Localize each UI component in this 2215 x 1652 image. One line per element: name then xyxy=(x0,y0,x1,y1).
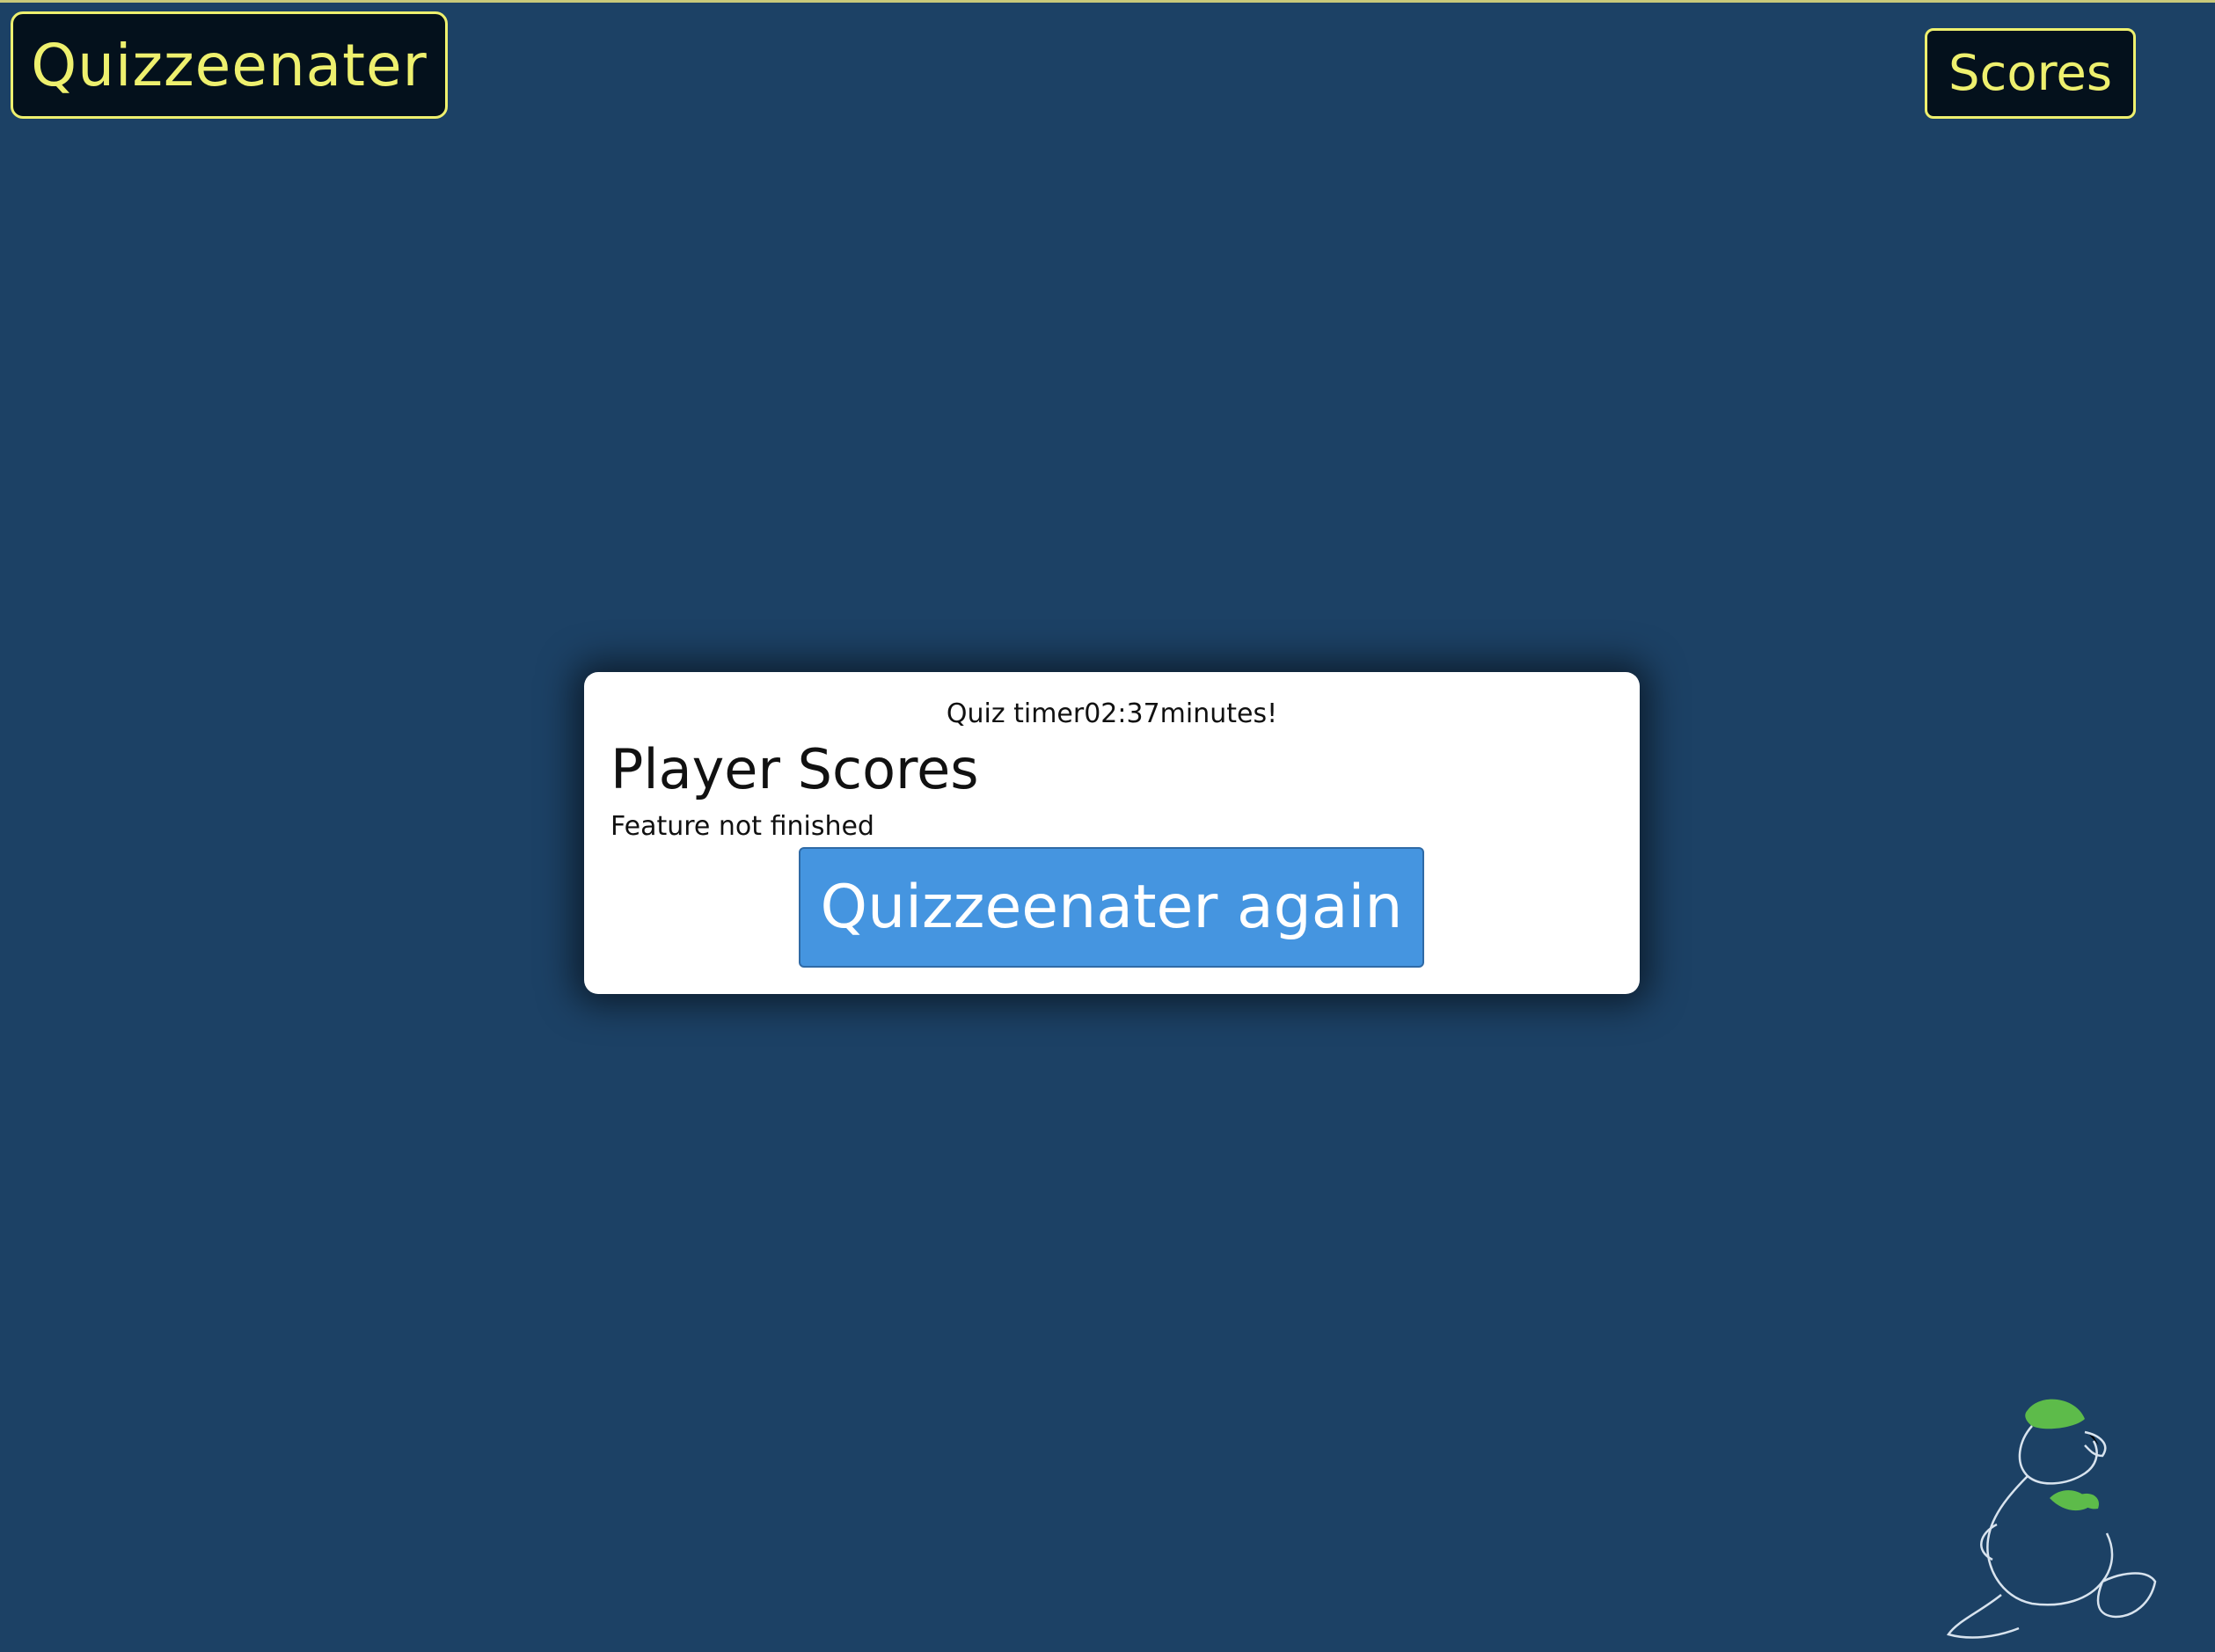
quiz-timer: Quiz timer02:37minutes! xyxy=(946,698,1278,729)
scores-modal: Quiz timer02:37minutes! Player Scores Fe… xyxy=(584,672,1640,994)
modal-title: Player Scores xyxy=(610,737,979,801)
scores-button[interactable]: Scores xyxy=(1925,28,2136,119)
modal-subtitle: Feature not finished xyxy=(610,811,874,842)
duck-mascot-icon xyxy=(1947,1399,2157,1639)
quiz-again-button[interactable]: Quizzeenater again xyxy=(799,847,1424,968)
brand-button[interactable]: Quizzeenater xyxy=(11,11,448,119)
